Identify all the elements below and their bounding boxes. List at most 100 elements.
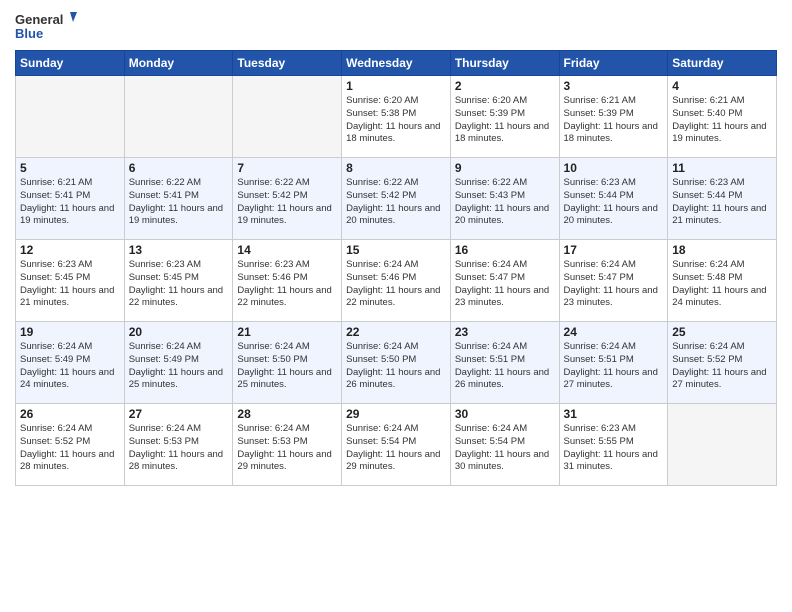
- calendar-day-cell: [668, 404, 777, 486]
- day-info: Sunrise: 6:24 AM Sunset: 5:53 PM Dayligh…: [129, 423, 229, 474]
- day-info: Sunrise: 6:24 AM Sunset: 5:47 PM Dayligh…: [455, 259, 555, 310]
- calendar-week-row: 5 Sunrise: 6:21 AM Sunset: 5:41 PM Daylig…: [16, 158, 777, 240]
- calendar-day-cell: 12 Sunrise: 6:23 AM Sunset: 5:45 PM Dayli…: [16, 240, 125, 322]
- day-number: 23: [455, 325, 555, 339]
- day-info: Sunrise: 6:24 AM Sunset: 5:47 PM Dayligh…: [564, 259, 664, 310]
- calendar-week-row: 12 Sunrise: 6:23 AM Sunset: 5:45 PM Dayli…: [16, 240, 777, 322]
- calendar-day-cell: 20 Sunrise: 6:24 AM Sunset: 5:49 PM Dayli…: [124, 322, 233, 404]
- day-info: Sunrise: 6:22 AM Sunset: 5:43 PM Dayligh…: [455, 177, 555, 228]
- day-info: Sunrise: 6:24 AM Sunset: 5:48 PM Dayligh…: [672, 259, 772, 310]
- calendar-day-cell: 26 Sunrise: 6:24 AM Sunset: 5:52 PM Dayli…: [16, 404, 125, 486]
- svg-text:Blue: Blue: [15, 26, 43, 41]
- day-number: 25: [672, 325, 772, 339]
- day-number: 28: [237, 407, 337, 421]
- calendar-day-cell: 8Sunrise: 6:22 AM Sunset: 5:42 PM Daylig…: [342, 158, 451, 240]
- calendar-table: SundayMondayTuesdayWednesdayThursdayFrid…: [15, 50, 777, 486]
- day-number: 7: [237, 161, 337, 175]
- day-info: Sunrise: 6:24 AM Sunset: 5:54 PM Dayligh…: [455, 423, 555, 474]
- day-of-week-header: Sunday: [16, 51, 125, 76]
- day-info: Sunrise: 6:24 AM Sunset: 5:51 PM Dayligh…: [564, 341, 664, 392]
- day-number: 27: [129, 407, 229, 421]
- calendar-day-cell: 7 Sunrise: 6:22 AM Sunset: 5:42 PM Daylig…: [233, 158, 342, 240]
- day-number: 30: [455, 407, 555, 421]
- day-number: 29: [346, 407, 446, 421]
- calendar-day-cell: [16, 76, 125, 158]
- day-info: Sunrise: 6:23 AM Sunset: 5:45 PM Dayligh…: [129, 259, 229, 310]
- day-number: 15: [346, 243, 446, 257]
- day-info: Sunrise: 6:23 AM Sunset: 5:55 PM Dayligh…: [564, 423, 664, 474]
- calendar-day-cell: 31 Sunrise: 6:23 AM Sunset: 5:55 PM Dayli…: [559, 404, 668, 486]
- logo: General Blue: [15, 10, 85, 42]
- day-number: 17: [564, 243, 664, 257]
- calendar-day-cell: 18 Sunrise: 6:24 AM Sunset: 5:48 PM Dayli…: [668, 240, 777, 322]
- svg-text:General: General: [15, 12, 63, 27]
- day-number: 3: [564, 79, 664, 93]
- calendar-day-cell: 4 Sunrise: 6:21 AM Sunset: 5:40 PM Daylig…: [668, 76, 777, 158]
- day-of-week-header: Wednesday: [342, 51, 451, 76]
- calendar-day-cell: 25 Sunrise: 6:24 AM Sunset: 5:52 PM Dayli…: [668, 322, 777, 404]
- day-number: 24: [564, 325, 664, 339]
- day-info: Sunrise: 6:24 AM Sunset: 5:52 PM Dayligh…: [672, 341, 772, 392]
- day-info: Sunrise: 6:24 AM Sunset: 5:52 PM Dayligh…: [20, 423, 120, 474]
- day-number: 9: [455, 161, 555, 175]
- day-info: Sunrise: 6:21 AM Sunset: 5:39 PM Dayligh…: [564, 95, 664, 146]
- calendar-day-cell: 17 Sunrise: 6:24 AM Sunset: 5:47 PM Dayli…: [559, 240, 668, 322]
- calendar-week-row: 19 Sunrise: 6:24 AM Sunset: 5:49 PM Dayli…: [16, 322, 777, 404]
- day-number: 12: [20, 243, 120, 257]
- calendar-day-cell: 27 Sunrise: 6:24 AM Sunset: 5:53 PM Dayli…: [124, 404, 233, 486]
- calendar-day-cell: 29 Sunrise: 6:24 AM Sunset: 5:54 PM Dayli…: [342, 404, 451, 486]
- day-info: Sunrise: 6:24 AM Sunset: 5:53 PM Dayligh…: [237, 423, 337, 474]
- day-number: 8: [346, 161, 446, 175]
- calendar-day-cell: 22Sunrise: 6:24 AM Sunset: 5:50 PM Dayli…: [342, 322, 451, 404]
- day-number: 10: [564, 161, 664, 175]
- day-of-week-header: Tuesday: [233, 51, 342, 76]
- calendar-day-cell: 3 Sunrise: 6:21 AM Sunset: 5:39 PM Daylig…: [559, 76, 668, 158]
- day-number: 21: [237, 325, 337, 339]
- calendar-week-row: 26 Sunrise: 6:24 AM Sunset: 5:52 PM Dayli…: [16, 404, 777, 486]
- day-info: Sunrise: 6:20 AM Sunset: 5:39 PM Dayligh…: [455, 95, 555, 146]
- day-number: 26: [20, 407, 120, 421]
- day-number: 19: [20, 325, 120, 339]
- day-number: 31: [564, 407, 664, 421]
- calendar-day-cell: 1Sunrise: 6:20 AM Sunset: 5:38 PM Daylig…: [342, 76, 451, 158]
- day-info: Sunrise: 6:24 AM Sunset: 5:49 PM Dayligh…: [129, 341, 229, 392]
- day-info: Sunrise: 6:22 AM Sunset: 5:42 PM Dayligh…: [237, 177, 337, 228]
- day-info: Sunrise: 6:24 AM Sunset: 5:50 PM Dayligh…: [346, 341, 446, 392]
- day-info: Sunrise: 6:21 AM Sunset: 5:41 PM Dayligh…: [20, 177, 120, 228]
- day-number: 18: [672, 243, 772, 257]
- day-info: Sunrise: 6:24 AM Sunset: 5:50 PM Dayligh…: [237, 341, 337, 392]
- day-number: 11: [672, 161, 772, 175]
- calendar-day-cell: [124, 76, 233, 158]
- day-number: 4: [672, 79, 772, 93]
- calendar-day-cell: 21 Sunrise: 6:24 AM Sunset: 5:50 PM Dayli…: [233, 322, 342, 404]
- calendar-week-row: 1Sunrise: 6:20 AM Sunset: 5:38 PM Daylig…: [16, 76, 777, 158]
- day-info: Sunrise: 6:24 AM Sunset: 5:54 PM Dayligh…: [346, 423, 446, 474]
- day-info: Sunrise: 6:24 AM Sunset: 5:46 PM Dayligh…: [346, 259, 446, 310]
- day-info: Sunrise: 6:24 AM Sunset: 5:51 PM Dayligh…: [455, 341, 555, 392]
- calendar-day-cell: 2 Sunrise: 6:20 AM Sunset: 5:39 PM Daylig…: [450, 76, 559, 158]
- day-info: Sunrise: 6:24 AM Sunset: 5:49 PM Dayligh…: [20, 341, 120, 392]
- day-info: Sunrise: 6:23 AM Sunset: 5:44 PM Dayligh…: [672, 177, 772, 228]
- day-number: 1: [346, 79, 446, 93]
- logo-icon: General Blue: [15, 10, 85, 42]
- calendar-day-cell: 10 Sunrise: 6:23 AM Sunset: 5:44 PM Dayli…: [559, 158, 668, 240]
- day-number: 16: [455, 243, 555, 257]
- day-number: 13: [129, 243, 229, 257]
- day-number: 20: [129, 325, 229, 339]
- day-number: 6: [129, 161, 229, 175]
- day-number: 5: [20, 161, 120, 175]
- calendar-day-cell: 15 Sunrise: 6:24 AM Sunset: 5:46 PM Dayli…: [342, 240, 451, 322]
- day-of-week-header: Saturday: [668, 51, 777, 76]
- day-info: Sunrise: 6:23 AM Sunset: 5:44 PM Dayligh…: [564, 177, 664, 228]
- calendar-day-cell: 30 Sunrise: 6:24 AM Sunset: 5:54 PM Dayli…: [450, 404, 559, 486]
- day-info: Sunrise: 6:23 AM Sunset: 5:45 PM Dayligh…: [20, 259, 120, 310]
- calendar-day-cell: 9 Sunrise: 6:22 AM Sunset: 5:43 PM Daylig…: [450, 158, 559, 240]
- day-info: Sunrise: 6:23 AM Sunset: 5:46 PM Dayligh…: [237, 259, 337, 310]
- calendar-day-cell: 19 Sunrise: 6:24 AM Sunset: 5:49 PM Dayli…: [16, 322, 125, 404]
- calendar-day-cell: [233, 76, 342, 158]
- day-info: Sunrise: 6:21 AM Sunset: 5:40 PM Dayligh…: [672, 95, 772, 146]
- day-number: 2: [455, 79, 555, 93]
- calendar-day-cell: 5 Sunrise: 6:21 AM Sunset: 5:41 PM Daylig…: [16, 158, 125, 240]
- day-number: 14: [237, 243, 337, 257]
- calendar-day-cell: 16 Sunrise: 6:24 AM Sunset: 5:47 PM Dayli…: [450, 240, 559, 322]
